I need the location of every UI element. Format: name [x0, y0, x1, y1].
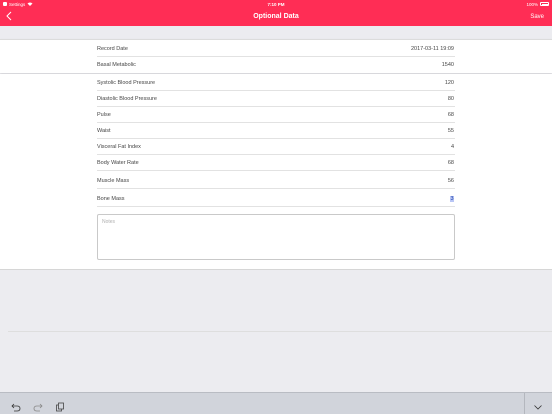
- navigation-bar: Optional Data Save: [0, 8, 552, 26]
- bone-mass-label: Bone Mass: [97, 196, 125, 202]
- body-water-row[interactable]: Body Water Rate 68: [97, 155, 455, 171]
- diastolic-value[interactable]: 80: [448, 91, 454, 107]
- muscle-mass-row[interactable]: Muscle Mass 56: [97, 173, 455, 189]
- pulse-value[interactable]: 68: [448, 107, 454, 123]
- notes-textarea[interactable]: Notes: [97, 214, 455, 260]
- record-date-value[interactable]: 2017-03-11 19:09: [411, 41, 454, 57]
- measurements-section: Systolic Blood Pressure 120 Diastolic Bl…: [0, 74, 552, 270]
- body-water-value[interactable]: 68: [448, 155, 454, 171]
- page-title: Optional Data: [253, 13, 299, 20]
- bone-mass-value[interactable]: 3: [449, 191, 454, 207]
- basal-metabolic-value[interactable]: 1540: [442, 57, 454, 73]
- muscle-mass-value[interactable]: 56: [448, 173, 454, 189]
- keyboard-shortcut-bar: [0, 392, 552, 414]
- record-date-row[interactable]: Record Date 2017-03-11 19:09: [97, 41, 455, 57]
- battery-icon: [540, 2, 549, 6]
- status-right: 100%: [526, 2, 549, 7]
- diastolic-label: Diastolic Blood Pressure: [97, 96, 157, 102]
- paste-icon[interactable]: [55, 399, 65, 412]
- undo-icon[interactable]: [11, 399, 21, 412]
- record-section: Record Date 2017-03-11 19:09 Basal Metab…: [0, 39, 552, 73]
- waist-value[interactable]: 55: [448, 123, 454, 139]
- waist-label: Waist: [97, 128, 111, 134]
- status-time: 7:10 PM: [267, 1, 285, 7]
- basal-metabolic-label: Basal Metabolic: [97, 62, 136, 68]
- systolic-row[interactable]: Systolic Blood Pressure 120: [97, 75, 455, 91]
- bone-mass-row[interactable]: Bone Mass 3: [97, 191, 455, 207]
- systolic-label: Systolic Blood Pressure: [97, 80, 156, 86]
- systolic-value[interactable]: 120: [445, 75, 454, 91]
- status-bar: Settings 7:10 PM 100%: [0, 0, 552, 8]
- pulse-label: Pulse: [97, 112, 111, 118]
- keyboard-dismiss-icon[interactable]: [533, 399, 543, 410]
- pulse-row[interactable]: Pulse 68: [97, 107, 455, 123]
- diastolic-row[interactable]: Diastolic Blood Pressure 80: [97, 91, 455, 107]
- waist-row[interactable]: Waist 55: [97, 123, 455, 139]
- basal-metabolic-row[interactable]: Basal Metabolic 1540: [97, 57, 455, 73]
- visceral-fat-row[interactable]: Visceral Fat Index 4: [97, 139, 455, 155]
- visceral-fat-label: Visceral Fat Index: [97, 144, 141, 150]
- notes-placeholder: Notes: [102, 219, 116, 225]
- muscle-mass-label: Muscle Mass: [97, 178, 130, 184]
- toolbar-separator: [524, 393, 525, 414]
- save-button[interactable]: Save: [530, 8, 544, 26]
- bone-mass-input-selection[interactable]: 3: [449, 196, 454, 202]
- record-date-label: Record Date: [97, 46, 128, 52]
- visceral-fat-value[interactable]: 4: [451, 139, 454, 155]
- battery-percent: 100%: [526, 1, 538, 7]
- body-water-label: Body Water Rate: [97, 160, 139, 166]
- divider: [8, 331, 552, 332]
- redo-icon[interactable]: [33, 399, 43, 412]
